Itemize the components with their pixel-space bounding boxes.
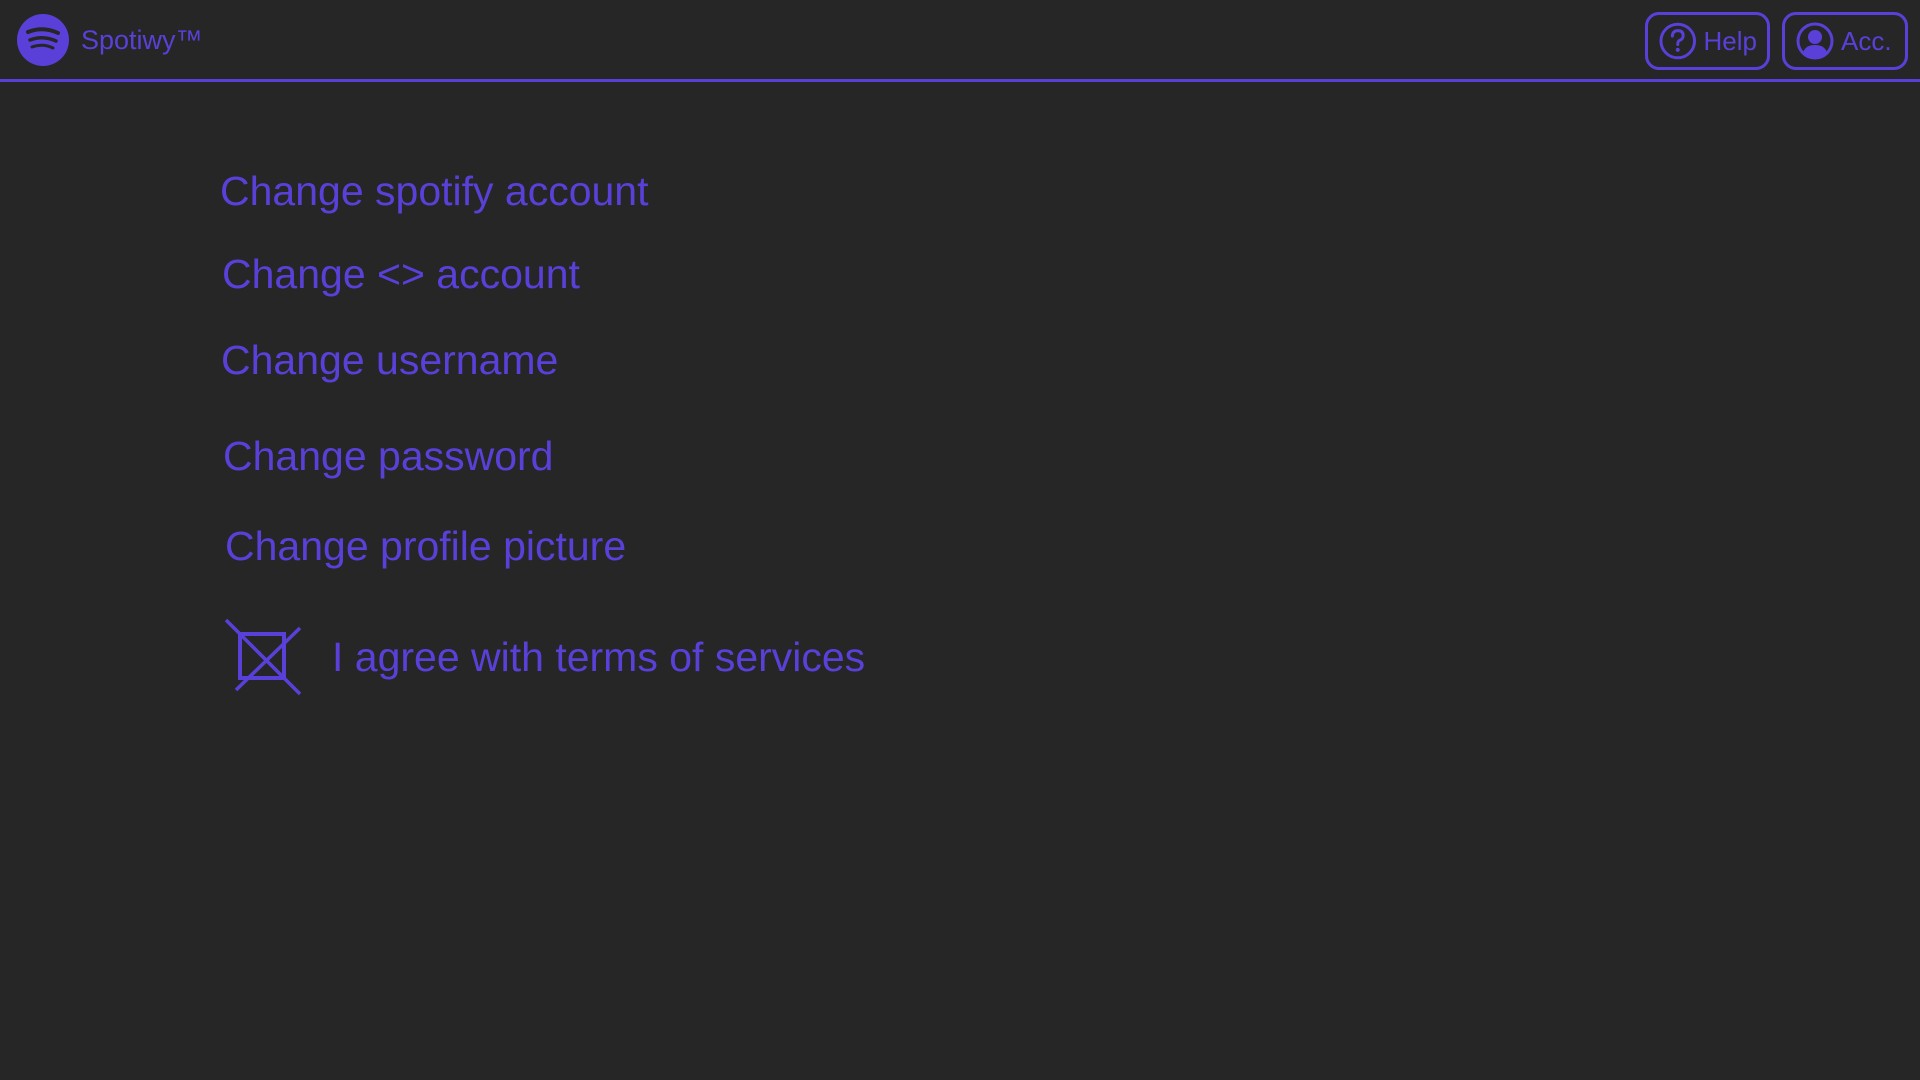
change-username-link[interactable]: Change username [221,335,558,385]
question-circle-icon [1659,22,1697,60]
change-account-link[interactable]: Change <> account [222,249,580,299]
change-profile-picture-link[interactable]: Change profile picture [225,521,626,571]
spotify-logo-icon[interactable] [17,14,69,66]
app-title: Spotiwy™ [81,25,203,55]
account-button[interactable]: Acc. [1782,12,1908,70]
help-button[interactable]: Help [1645,12,1770,70]
crossed-checkbox-icon[interactable] [224,618,302,696]
change-password-link[interactable]: Change password [223,431,553,481]
top-bar: Spotiwy™ Help Acc. [0,0,1920,82]
account-button-label: Acc. [1841,26,1892,56]
help-button-label: Help [1703,26,1757,56]
change-spotify-account-link[interactable]: Change spotify account [220,166,649,216]
user-circle-icon [1796,22,1834,60]
terms-label: I agree with terms of services [332,634,866,680]
terms-agreement: I agree with terms of services [224,618,865,696]
